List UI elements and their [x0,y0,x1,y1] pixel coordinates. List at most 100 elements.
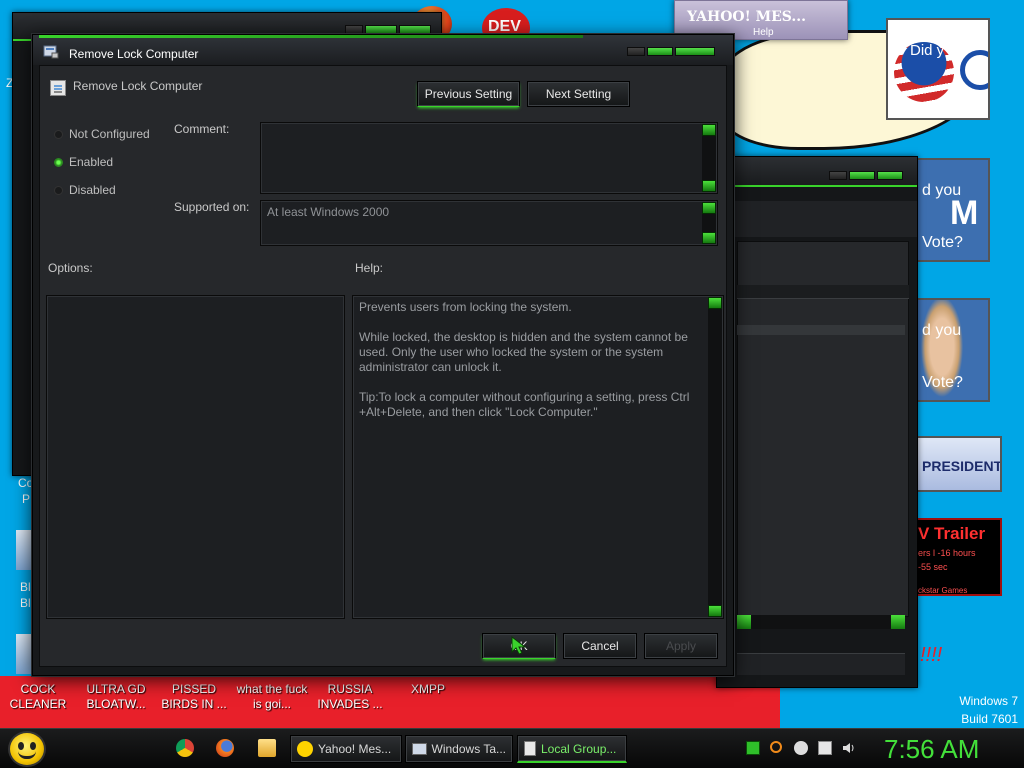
help-scrollbar[interactable] [708,297,722,617]
policy-setting-dialog[interactable]: Remove Lock Computer Remove Lock Compute… [32,34,734,676]
clock[interactable]: 7:56 AM [884,733,979,765]
list-row[interactable] [737,325,905,335]
ad-text: -55 sec [918,562,948,572]
taskbar-item-task-manager[interactable]: Windows Ta... [405,735,513,763]
horizontal-scrollbar[interactable] [737,615,905,629]
maximize-icon[interactable] [647,47,673,56]
smiley-face [18,742,24,750]
menu-area [717,201,917,237]
supported-on-label: Supported on: [174,200,250,214]
taskbar-item-yahoo[interactable]: Yahoo! Mes... [290,735,402,763]
ad-letter: M [950,194,979,232]
group-policy-window[interactable] [716,156,918,688]
scroll-up-icon[interactable] [702,202,716,214]
scroll-left-icon[interactable] [737,615,751,629]
ad-text: Vote? [922,234,963,251]
desktop-icon[interactable]: what the fuck is goi... [236,682,308,712]
next-setting-button[interactable]: Next Setting [527,81,630,107]
window-controls[interactable] [627,47,715,56]
dialog-client-area: Remove Lock Computer Previous Setting Ne… [39,65,727,667]
windows-version: Windows 7 [959,694,1018,708]
comment-label: Comment: [174,122,230,136]
desktop-icon[interactable]: XMPP [392,682,464,697]
tray-minus-icon[interactable] [794,741,808,755]
dialog-title: Remove Lock Computer [69,47,199,61]
window-controls[interactable] [829,171,903,180]
minimize-icon[interactable] [345,25,363,34]
ad-tile-trailer[interactable]: V Trailer ers l -16 hours -55 sec ckstar… [912,518,1002,596]
ad-text: PRESIDENT [922,458,1002,474]
radio-label: Disabled [69,183,116,197]
radio-not-configured[interactable]: Not Configured [54,127,150,141]
yahoo-help-menu[interactable]: Help [753,27,774,38]
supported-scrollbar[interactable] [702,202,716,244]
taskbar-item-label: Local Group... [541,741,617,756]
scroll-up-icon[interactable] [702,124,716,136]
close-icon[interactable] [675,47,715,56]
ad-text: Did y [910,42,945,59]
comment-scrollbar[interactable] [702,124,716,192]
scroll-down-icon[interactable] [702,180,716,192]
minimize-icon[interactable] [627,47,645,56]
ad-text: Vote? [922,374,963,391]
policy-setting-icon [50,80,66,96]
scroll-up-icon[interactable] [708,297,722,309]
minimize-icon[interactable] [829,171,847,180]
ad-text: V Trailer [918,524,986,543]
maximize-icon[interactable] [365,25,397,34]
radio-dot[interactable] [54,157,63,167]
desktop-icon-label: COCK CLEANER [9,682,67,711]
help-paragraph: Tip:To lock a computer without configuri… [359,390,690,419]
comment-textarea[interactable] [260,122,718,194]
ad-tile-vote-2[interactable]: d you Vote? [916,298,990,402]
scroll-right-icon[interactable] [891,615,905,629]
partial-label: Bl [20,596,31,610]
desktop-icon-label: XMPP [410,682,445,696]
tray-network-icon[interactable] [818,741,832,755]
folder-icon[interactable] [258,739,276,757]
help-pane: Prevents users from locking the system. … [352,295,724,619]
status-bar [737,653,905,675]
desktop-icon[interactable]: ULTRA GD BLOATW... [80,682,152,712]
radio-label: Not Configured [69,127,150,141]
document-icon [524,741,536,756]
radio-dot[interactable] [54,185,63,195]
radio-dot[interactable] [54,129,63,139]
firefox-icon[interactable] [216,739,234,757]
ad-text: ckstar Games [918,586,968,595]
desktop-icon[interactable]: COCK CLEANER [2,682,74,712]
desktop-icon-label: PISSED BIRDS IN ... [161,682,227,711]
ad-tile-obama[interactable]: Did y [886,18,990,120]
close-icon[interactable] [877,171,903,180]
maximize-icon[interactable] [849,171,875,180]
dialog-titlebar[interactable]: Remove Lock Computer [33,35,733,65]
windows-build: Build 7601 [961,712,1018,726]
ad-tile-vote-1[interactable]: d you M Vote? [916,158,990,262]
cancel-button[interactable]: Cancel [563,633,637,659]
scroll-down-icon[interactable] [702,232,716,244]
desktop-icon[interactable]: RUSSIA INVADES ... [314,682,386,712]
close-icon[interactable] [399,25,431,34]
yahoo-title: YAHOO! MES... [687,9,806,25]
tray-search-icon[interactable] [770,741,782,753]
desktop-icon[interactable]: PISSED BIRDS IN ... [158,682,230,712]
list-header [737,285,909,299]
apply-button[interactable]: Apply [644,633,718,659]
chrome-icon[interactable] [176,739,194,757]
radio-enabled[interactable]: Enabled [54,155,113,169]
wallpaper-text: !!!! [920,644,943,666]
tray-green-square-icon[interactable] [746,741,760,755]
taskbar-item-group-policy[interactable]: Local Group... [517,735,627,763]
previous-setting-button[interactable]: Previous Setting [417,81,520,107]
start-button-icon[interactable] [8,731,46,767]
ad-tile-president[interactable]: PRESIDENT [916,436,1002,492]
scroll-down-icon[interactable] [708,605,722,617]
supported-on-value: At least Windows 2000 [267,205,390,219]
taskbar: Yahoo! Mes... Windows Ta... Local Group.… [0,728,1024,768]
tray-volume-icon[interactable] [842,741,856,755]
help-label: Help: [355,261,384,275]
radio-disabled[interactable]: Disabled [54,183,116,197]
desktop-icon-label: ULTRA GD BLOATW... [86,682,146,711]
letter-o-icon [960,50,988,90]
window-controls[interactable] [345,25,431,34]
